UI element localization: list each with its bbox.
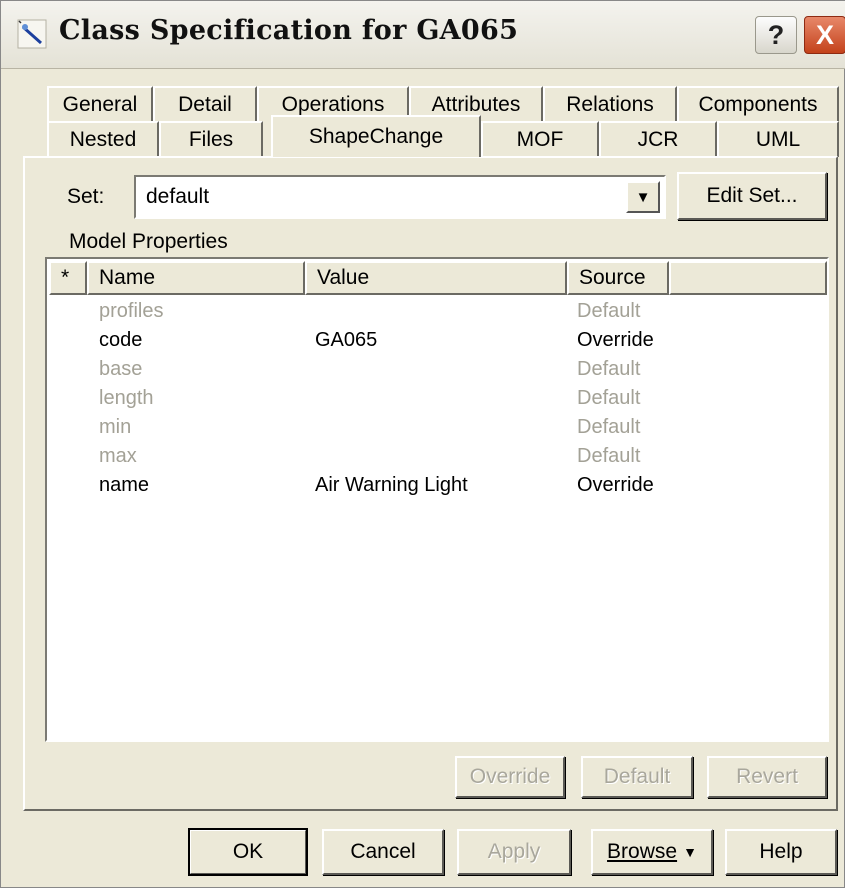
- table-row[interactable]: max Default: [47, 444, 827, 473]
- set-label: Set:: [67, 185, 105, 208]
- set-combobox[interactable]: default ▼: [134, 175, 666, 219]
- tab-components[interactable]: Components: [677, 86, 839, 122]
- model-properties-label: Model Properties: [69, 230, 228, 253]
- chevron-down-icon: ▼: [635, 188, 651, 206]
- row-source: Default: [577, 416, 641, 438]
- tab-uml[interactable]: UML: [717, 121, 839, 157]
- app-icon: [17, 19, 47, 49]
- table-row[interactable]: name Air Warning Light Override: [47, 473, 827, 502]
- row-name: base: [99, 358, 143, 380]
- tab-shapechange[interactable]: ShapeChange: [271, 115, 481, 157]
- tab-mof[interactable]: MOF: [481, 121, 599, 157]
- table-row[interactable]: min Default: [47, 415, 827, 444]
- help-title-button[interactable]: ?: [755, 16, 797, 54]
- row-source: Default: [577, 445, 641, 467]
- column-header-marker[interactable]: *: [49, 261, 87, 295]
- table-row[interactable]: length Default: [47, 386, 827, 415]
- table-row[interactable]: base Default: [47, 357, 827, 386]
- row-source: Override: [577, 474, 654, 496]
- tab-nested[interactable]: Nested: [47, 121, 159, 157]
- tab-jcr[interactable]: JCR: [599, 121, 717, 157]
- row-source: Default: [577, 300, 641, 322]
- close-button[interactable]: X: [804, 16, 845, 54]
- column-header-name[interactable]: Name: [87, 261, 305, 295]
- revert-button[interactable]: Revert: [707, 756, 827, 798]
- help-button[interactable]: Help: [725, 829, 837, 875]
- row-source: Default: [577, 358, 641, 380]
- table-row[interactable]: code GA065 Override: [47, 328, 827, 357]
- column-header-value[interactable]: Value: [305, 261, 567, 295]
- row-name: max: [99, 445, 137, 467]
- cancel-button[interactable]: Cancel: [322, 829, 444, 875]
- browse-button[interactable]: Browse ▼: [591, 829, 713, 875]
- tab-relations[interactable]: Relations: [543, 86, 677, 122]
- row-value: Air Warning Light: [315, 474, 468, 496]
- tab-general[interactable]: General: [47, 86, 153, 122]
- window-title: Class Specification for GA065: [59, 15, 519, 46]
- row-value: GA065: [315, 329, 378, 351]
- default-button[interactable]: Default: [581, 756, 693, 798]
- edit-set-button[interactable]: Edit Set...: [677, 172, 827, 220]
- browse-label: Browse: [607, 840, 678, 863]
- table-row[interactable]: profiles Default: [47, 299, 827, 328]
- row-name: name: [99, 474, 150, 496]
- class-specification-dialog: Class Specification for GA065 ? X Genera…: [0, 0, 845, 888]
- row-name: min: [99, 416, 132, 438]
- ok-button[interactable]: OK: [188, 828, 308, 876]
- row-name: length: [99, 387, 154, 409]
- row-name: code: [99, 329, 143, 351]
- row-source: Override: [577, 329, 654, 351]
- tab-files[interactable]: Files: [159, 121, 263, 157]
- apply-button[interactable]: Apply: [457, 829, 571, 875]
- model-properties-list[interactable]: * Name Value Source profiles Default cod…: [45, 257, 829, 742]
- row-name: profiles: [99, 300, 164, 322]
- row-source: Default: [577, 387, 641, 409]
- title-bar[interactable]: Class Specification for GA065 ? X: [1, 1, 845, 69]
- chevron-down-icon: ▼: [683, 844, 697, 860]
- override-button[interactable]: Override: [455, 756, 565, 798]
- column-header-filler: [669, 261, 827, 295]
- set-value: default: [146, 185, 210, 208]
- tab-detail[interactable]: Detail: [153, 86, 257, 122]
- close-icon: X: [815, 19, 834, 50]
- set-dropdown-button[interactable]: ▼: [626, 181, 660, 213]
- column-header-source[interactable]: Source: [567, 261, 669, 295]
